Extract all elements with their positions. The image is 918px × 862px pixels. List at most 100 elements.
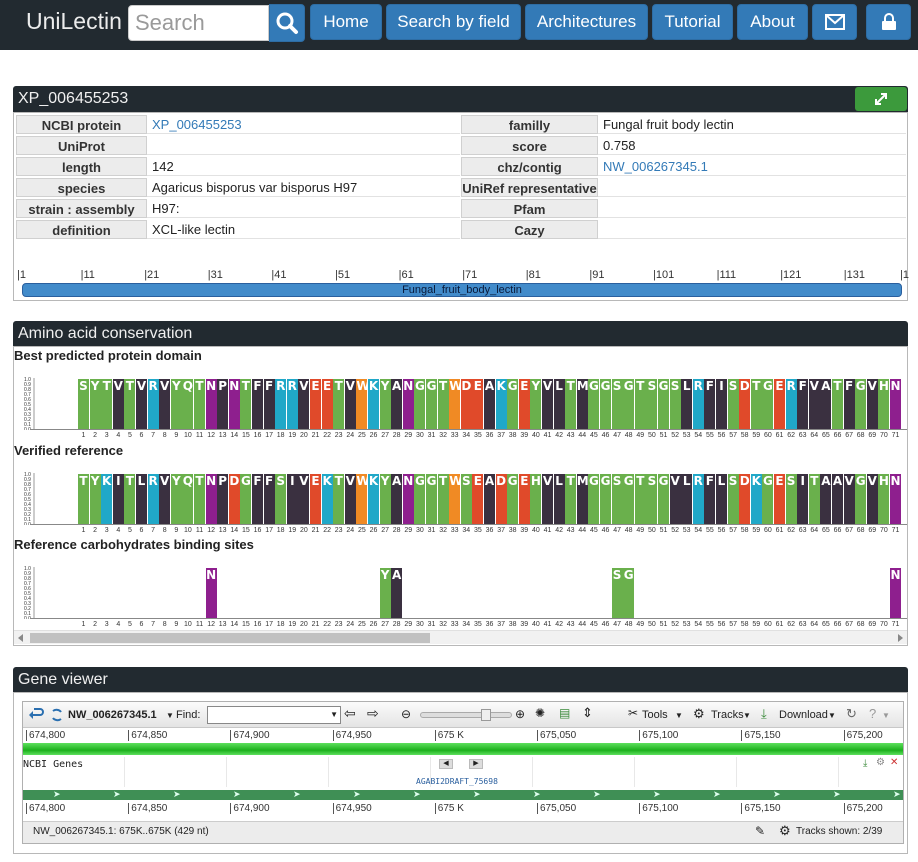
search-button[interactable]: [269, 4, 305, 42]
tracks-dropdown-icon[interactable]: ▼: [743, 711, 751, 720]
residue-letter: M: [576, 379, 589, 393]
brand-logo[interactable]: UniLectin: [26, 8, 122, 35]
scrollbar-thumb[interactable]: [30, 633, 430, 643]
domain-bar[interactable]: Fungal_fruit_body_lectin: [22, 283, 902, 297]
nav-tutorial-button[interactable]: Tutorial: [652, 4, 733, 40]
find-dropdown-icon[interactable]: ▼: [330, 710, 338, 719]
help-dropdown-icon[interactable]: ▼: [882, 711, 890, 720]
find-input[interactable]: ▼: [207, 706, 341, 724]
position-label: 38: [508, 527, 517, 534]
tracks-gear-icon[interactable]: ⚙: [779, 823, 791, 839]
position-label: 54: [694, 621, 703, 628]
gear-icon[interactable]: ⚙: [693, 706, 705, 722]
pan-left-icon[interactable]: ⇦: [344, 705, 356, 722]
nav-search-by-field-button[interactable]: Search by field: [386, 4, 521, 40]
position-label: 17: [265, 621, 273, 628]
residue-column: V: [542, 474, 553, 524]
nav-about-button[interactable]: About: [737, 4, 808, 40]
residue-column: E: [774, 474, 785, 524]
help-icon[interactable]: ?: [869, 706, 876, 721]
zoom-slider[interactable]: [420, 709, 512, 721]
residue-column: D: [228, 474, 240, 524]
residue-column: R: [692, 379, 704, 429]
position-label: 69: [868, 621, 877, 628]
residue-letter: G: [426, 474, 437, 488]
contig-dropdown-icon[interactable]: ▼: [166, 711, 174, 720]
position-label: 27: [381, 621, 389, 628]
nav-architectures-button[interactable]: Architectures: [525, 4, 648, 40]
expand-button[interactable]: [855, 87, 907, 111]
position-label: 45: [589, 621, 598, 628]
position-label: 53: [682, 432, 691, 439]
edit-icon[interactable]: ✎: [755, 824, 765, 838]
position-label: 22: [323, 621, 331, 628]
login-button[interactable]: [866, 4, 911, 40]
residue-column: V: [298, 474, 310, 524]
residue-letter: R: [148, 379, 158, 393]
back-arrow-icon[interactable]: [28, 708, 44, 722]
contig-selector[interactable]: NW_006267345.1: [68, 709, 157, 721]
residue-letter: Y: [90, 379, 100, 393]
position-label: 65: [821, 527, 830, 534]
track-colors-icon[interactable]: ▤: [559, 706, 570, 720]
left-field-value[interactable]: XP_006455253: [147, 115, 460, 134]
scroll-left-icon: [18, 634, 23, 642]
residue-column: K: [495, 379, 507, 429]
refresh-seq-icon[interactable]: [50, 708, 64, 722]
residue-column: G: [623, 379, 635, 429]
position-label: 35: [473, 527, 482, 534]
residue-letter: F: [705, 474, 714, 488]
position-label: 4: [116, 621, 121, 628]
residue-letter: V: [345, 379, 355, 393]
track-scroll-right[interactable]: ▶: [469, 759, 483, 769]
download-icon[interactable]: ⤓: [761, 706, 767, 722]
highlight-icon[interactable]: ✺: [535, 706, 545, 720]
position-label: 2: [93, 432, 98, 439]
residue-column: R: [147, 474, 159, 524]
track-settings-icon[interactable]: ⚙: [876, 757, 885, 768]
track-scroll-left[interactable]: ◀: [439, 759, 453, 769]
tools-icon[interactable]: ✂: [628, 706, 638, 720]
residue-letter: L: [682, 379, 691, 393]
zoom-out-icon[interactable]: ⊖: [401, 707, 411, 721]
position-label: 19: [288, 621, 297, 628]
position-label: 33: [450, 527, 459, 534]
right-field-value: [598, 199, 906, 218]
track-close-icon[interactable]: ✕: [890, 757, 898, 768]
strand-arrow-icon: ➤: [53, 789, 61, 799]
position-label: 47: [613, 432, 621, 439]
residue-column: S: [785, 474, 797, 524]
zoom-in-icon[interactable]: ⊕: [515, 707, 525, 721]
residue-column: N: [402, 379, 414, 429]
right-field-value[interactable]: NW_006267345.1: [598, 157, 906, 176]
position-label: 60: [763, 432, 772, 439]
contact-button[interactable]: [812, 4, 857, 40]
download-dropdown-icon[interactable]: ▼: [828, 711, 836, 720]
residue-column: I: [112, 474, 124, 524]
zoom-slider-handle[interactable]: [481, 709, 491, 721]
residue-letter: R: [276, 379, 286, 393]
coordinate-tick: 674,850: [128, 730, 167, 741]
gene-feature[interactable]: ➤ ➤ ➤ ➤ ➤ ➤ ➤ ➤ ➤ ➤ ➤ ➤ ➤ ➤ ➤: [23, 789, 903, 800]
position-label: 68: [856, 527, 865, 534]
download-menu[interactable]: Download: [779, 709, 828, 721]
logo-baseline: [30, 618, 907, 619]
overview-bar[interactable]: [23, 743, 903, 755]
tools-dropdown-icon[interactable]: ▼: [675, 711, 683, 720]
position-label: 19: [288, 432, 297, 439]
refresh-icon[interactable]: ↻: [846, 706, 857, 722]
position-label: 25: [357, 527, 366, 534]
collapse-icon[interactable]: ⇕: [582, 705, 593, 721]
search-input[interactable]: [128, 5, 269, 41]
tracks-menu[interactable]: Tracks: [711, 709, 744, 721]
residue-letter: T: [833, 379, 842, 393]
position-label: 34: [462, 621, 471, 628]
track-download-icon[interactable]: ⤓: [863, 758, 867, 769]
nav-home-button[interactable]: Home: [310, 4, 382, 40]
horizontal-scrollbar[interactable]: [14, 630, 907, 644]
tools-menu[interactable]: Tools: [642, 709, 668, 721]
residue-column: F: [263, 379, 275, 429]
residue-letter: T: [334, 474, 343, 488]
pan-right-icon[interactable]: ⇨: [367, 705, 379, 722]
gene-name-label[interactable]: AGABI2DRAFT_75698: [416, 777, 498, 786]
